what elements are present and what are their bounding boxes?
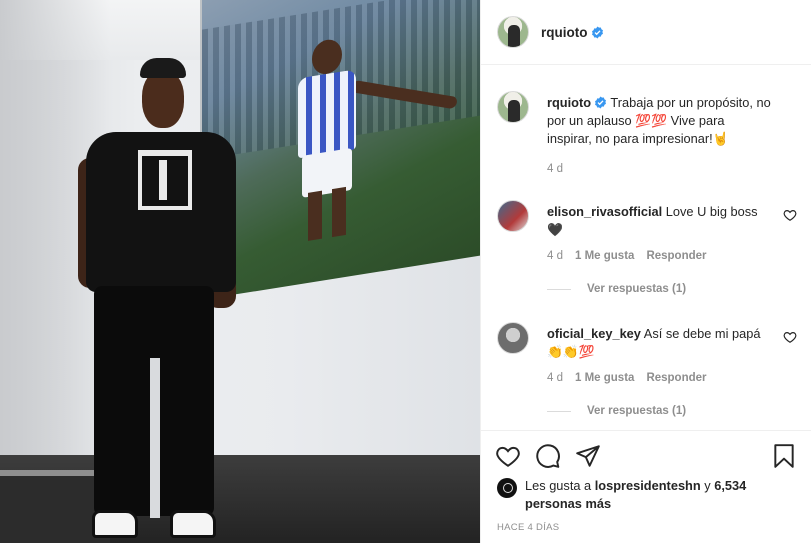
- replies-line: [547, 288, 571, 290]
- person-leg-gap: [150, 358, 160, 518]
- caption-text-block: rquioto Trabaja por un propósito, no por…: [547, 94, 772, 148]
- heart-icon[interactable]: [495, 443, 521, 469]
- photo-poster: [200, 0, 480, 300]
- likes-conjunction: y: [704, 478, 711, 493]
- comment-icon[interactable]: [535, 443, 561, 469]
- replies-line: [547, 410, 571, 412]
- verified-badge-icon: [591, 25, 603, 39]
- author-avatar[interactable]: [497, 16, 529, 48]
- likes-text: Les gusta a lospresidenteshn y 6,534 per…: [525, 477, 785, 513]
- bookmark-icon[interactable]: [771, 443, 797, 469]
- view-replies-button[interactable]: Ver respuestas (1): [547, 405, 686, 417]
- caption-meta: 4 d: [547, 163, 563, 175]
- comment-time[interactable]: 4 d: [547, 250, 563, 262]
- poster-player-leg: [332, 186, 346, 238]
- caption-username[interactable]: rquioto: [547, 95, 591, 110]
- commenter-username[interactable]: oficial_key_key: [547, 326, 641, 341]
- poster-player-leg: [308, 190, 322, 241]
- post-actions: Les gusta a lospresidenteshn y 6,534 per…: [481, 430, 811, 543]
- poster-player-jersey: [298, 69, 356, 159]
- post-side-panel: rquioto rquioto Trabaja por un propósito…: [480, 0, 811, 543]
- liker-avatar[interactable]: [497, 478, 517, 498]
- poster-player-head: [312, 37, 342, 77]
- comment-likes[interactable]: 1 Me gusta: [575, 250, 634, 262]
- likes-summary: Les gusta a lospresidenteshn y 6,534 per…: [497, 477, 785, 513]
- person-cap: [140, 58, 186, 78]
- share-icon[interactable]: [575, 443, 601, 469]
- comments-section: rquioto Trabaja por un propósito, no por…: [481, 65, 811, 430]
- view-replies-label[interactable]: Ver respuestas (1): [587, 283, 686, 295]
- post-photo[interactable]: [0, 0, 480, 543]
- photo-person: [78, 58, 238, 543]
- likes-prefix: Les gusta a: [525, 478, 592, 493]
- author-username[interactable]: rquioto: [541, 25, 588, 40]
- instagram-post: rquioto rquioto Trabaja por un propósito…: [0, 0, 811, 543]
- commenter-avatar[interactable]: [497, 322, 529, 354]
- comment-text-block: elison_rivasofficial Love U big boss🖤: [547, 203, 772, 239]
- comment-time[interactable]: 4 d: [547, 372, 563, 384]
- person-shoe: [92, 510, 138, 538]
- commenter-avatar[interactable]: [497, 200, 529, 232]
- commenter-username[interactable]: elison_rivasofficial: [547, 204, 662, 219]
- comment-like-heart-icon[interactable]: [783, 330, 797, 344]
- avatar-figure: [508, 25, 520, 47]
- poster-player: [292, 34, 459, 245]
- comment-meta: 4 d 1 Me gusta Responder: [547, 250, 707, 262]
- view-replies-button[interactable]: Ver respuestas (1): [547, 283, 686, 295]
- liker-username[interactable]: lospresidenteshn: [595, 478, 701, 493]
- person-face: [142, 70, 184, 128]
- shirt-logo: [138, 150, 192, 210]
- post-date[interactable]: HACE 4 DÍAS: [497, 522, 559, 533]
- person-shoe: [170, 510, 216, 538]
- comment-text-block: oficial_key_key Así se debe mi papá 👏👏💯: [547, 325, 772, 361]
- caption-time[interactable]: 4 d: [547, 163, 563, 175]
- comment-meta: 4 d 1 Me gusta Responder: [547, 372, 707, 384]
- caption-avatar[interactable]: [497, 91, 529, 123]
- avatar-figure: [508, 100, 520, 122]
- post-header: rquioto: [481, 0, 811, 65]
- reply-button[interactable]: Responder: [646, 250, 706, 262]
- verified-badge-icon: [595, 96, 607, 109]
- comment-likes[interactable]: 1 Me gusta: [575, 372, 634, 384]
- reply-button[interactable]: Responder: [646, 372, 706, 384]
- comment-like-heart-icon[interactable]: [783, 208, 797, 222]
- view-replies-label[interactable]: Ver respuestas (1): [587, 405, 686, 417]
